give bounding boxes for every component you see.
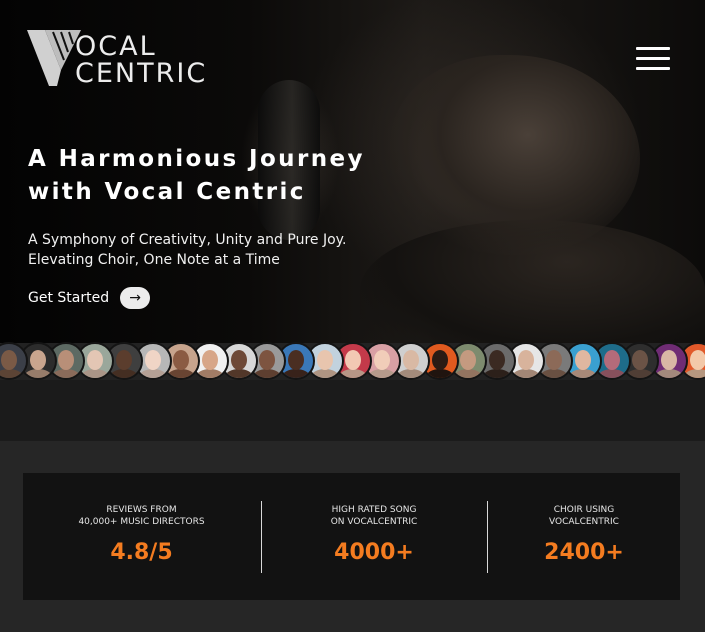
menu-bar bbox=[636, 67, 670, 70]
stat-songs: HIGH RATED SONG ON VOCALCENTRIC 4000+ bbox=[261, 473, 487, 600]
stat-value: 4.8/5 bbox=[110, 540, 173, 565]
menu-bar bbox=[636, 47, 670, 50]
arrow-right-icon[interactable]: → bbox=[120, 287, 151, 309]
hero-title-line-1: A Harmonious Journey bbox=[28, 146, 365, 172]
stat-value: 4000+ bbox=[334, 540, 414, 565]
menu-bar bbox=[636, 57, 670, 60]
hero-title: A Harmonious Journey with Vocal Centric bbox=[28, 143, 408, 209]
stat-reviews: REVIEWS FROM 40,000+ MUSIC DIRECTORS 4.8… bbox=[23, 473, 260, 600]
get-started-button[interactable]: Get Started → bbox=[28, 285, 151, 311]
brand-logo[interactable]: OCAL CENTRIC bbox=[27, 30, 212, 89]
singer-image bbox=[390, 55, 640, 255]
hamburger-menu-icon[interactable] bbox=[636, 47, 670, 71]
brand-line-1: OCAL bbox=[75, 31, 157, 62]
stats-card: REVIEWS FROM 40,000+ MUSIC DIRECTORS 4.8… bbox=[23, 473, 680, 600]
stat-value: 2400+ bbox=[544, 540, 624, 565]
hero-subtitle-line-1: A Symphony of Creativity, Unity and Pure… bbox=[28, 232, 347, 248]
hero-subtitle-line-2: Elevating Choir, One Note at a Time bbox=[28, 252, 280, 268]
hero-section: OCAL CENTRIC A Harmonious Journey with V… bbox=[0, 0, 705, 343]
get-started-label: Get Started bbox=[28, 290, 110, 306]
brand-line-2: CENTRIC bbox=[75, 58, 208, 89]
stat-caption: REVIEWS FROM 40,000+ MUSIC DIRECTORS bbox=[78, 505, 205, 527]
singer-avatar-strip bbox=[0, 342, 705, 380]
stat-caption: HIGH RATED SONG ON VOCALCENTRIC bbox=[330, 505, 418, 527]
stat-caption: CHOIR USING VOCALCENTRIC bbox=[549, 505, 619, 527]
stat-choirs: CHOIR USING VOCALCENTRIC 2400+ bbox=[488, 473, 680, 600]
hero-title-line-2: with Vocal Centric bbox=[28, 179, 306, 205]
hero-subtitle: A Symphony of Creativity, Unity and Pure… bbox=[28, 230, 408, 270]
section-divider-band bbox=[0, 380, 705, 441]
